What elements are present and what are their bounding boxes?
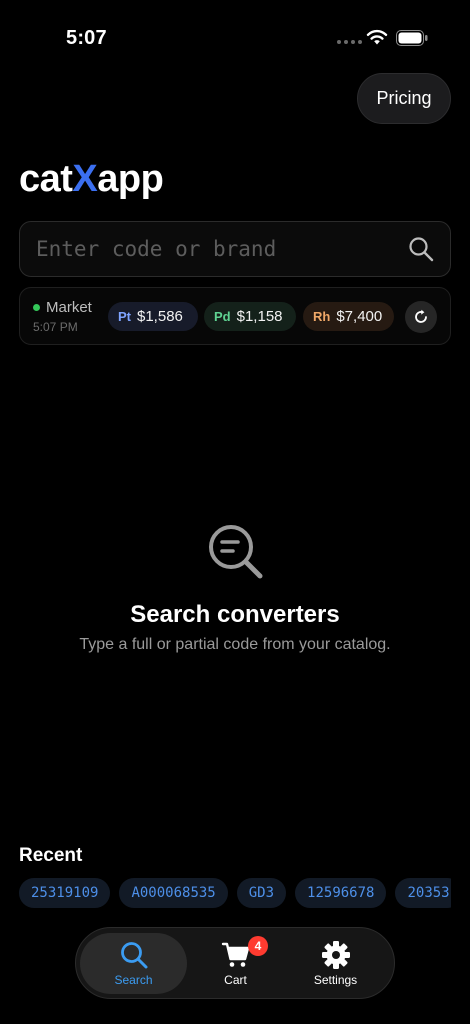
- refresh-icon: [415, 309, 427, 323]
- tab-settings[interactable]: Settings: [282, 933, 389, 994]
- tab-bar: Search Cart 4 Settings: [75, 927, 395, 999]
- metal-price: $1,586: [137, 308, 183, 325]
- empty-state-subtitle: Type a full or partial code from your ca…: [79, 636, 391, 653]
- logo-text-cat: cat: [19, 158, 73, 200]
- logo-text-x: X: [72, 158, 98, 200]
- cart-count-badge: 4: [248, 936, 268, 956]
- recent-chip[interactable]: 12596678: [295, 878, 387, 908]
- search-document-icon: [209, 525, 263, 579]
- refresh-prices-button[interactable]: [405, 301, 437, 333]
- metal-price: $7,400: [336, 308, 383, 325]
- recent-title: Recent: [19, 845, 83, 866]
- tab-label: Cart: [224, 973, 247, 987]
- metal-price-pd: Pd $1,158: [204, 302, 296, 331]
- cellular-signal-icon: [337, 40, 362, 44]
- search-icon[interactable]: [408, 236, 434, 262]
- metal-symbol: Pt: [118, 309, 131, 324]
- search-box[interactable]: [19, 221, 451, 277]
- metal-symbol: Rh: [313, 309, 331, 324]
- logo-text-app: app: [97, 158, 164, 200]
- recent-chip[interactable]: 25319109: [19, 878, 111, 908]
- market-status-dot: [33, 304, 40, 311]
- status-bar: 5:07: [0, 0, 470, 70]
- tab-search[interactable]: Search: [80, 933, 187, 994]
- metal-price-rh: Rh $7,400: [303, 302, 394, 331]
- metal-price: $1,158: [236, 308, 283, 325]
- tab-cart[interactable]: Cart 4: [182, 933, 289, 994]
- market-time: 5:07 PM: [33, 320, 78, 334]
- wifi-icon: [366, 29, 388, 45]
- magnifier-icon: [120, 942, 147, 969]
- market-label: Market: [46, 299, 92, 316]
- recent-chip[interactable]: 20353: [395, 878, 451, 908]
- status-time: 5:07: [66, 27, 107, 49]
- cart-icon: [221, 942, 249, 967]
- recent-searches-list[interactable]: 25319109 A000068535 GD3 12596678 20353: [19, 878, 451, 910]
- gear-icon: [321, 941, 350, 969]
- recent-chip[interactable]: A000068535: [119, 878, 228, 908]
- search-input[interactable]: [36, 222, 396, 276]
- market-prices-bar: Market 5:07 PM Pt $1,586 Pd $1,158 Rh $7…: [19, 287, 451, 345]
- metal-price-pt: Pt $1,586: [108, 302, 198, 331]
- recent-chip[interactable]: GD3: [236, 878, 287, 908]
- battery-icon: [396, 30, 428, 46]
- tab-label: Search: [114, 973, 153, 987]
- metal-symbol: Pd: [214, 309, 231, 324]
- app-logo: catXapp: [19, 158, 164, 201]
- empty-state-title: Search converters: [130, 601, 340, 628]
- tab-label: Settings: [313, 973, 358, 987]
- pricing-button[interactable]: Pricing: [357, 73, 451, 124]
